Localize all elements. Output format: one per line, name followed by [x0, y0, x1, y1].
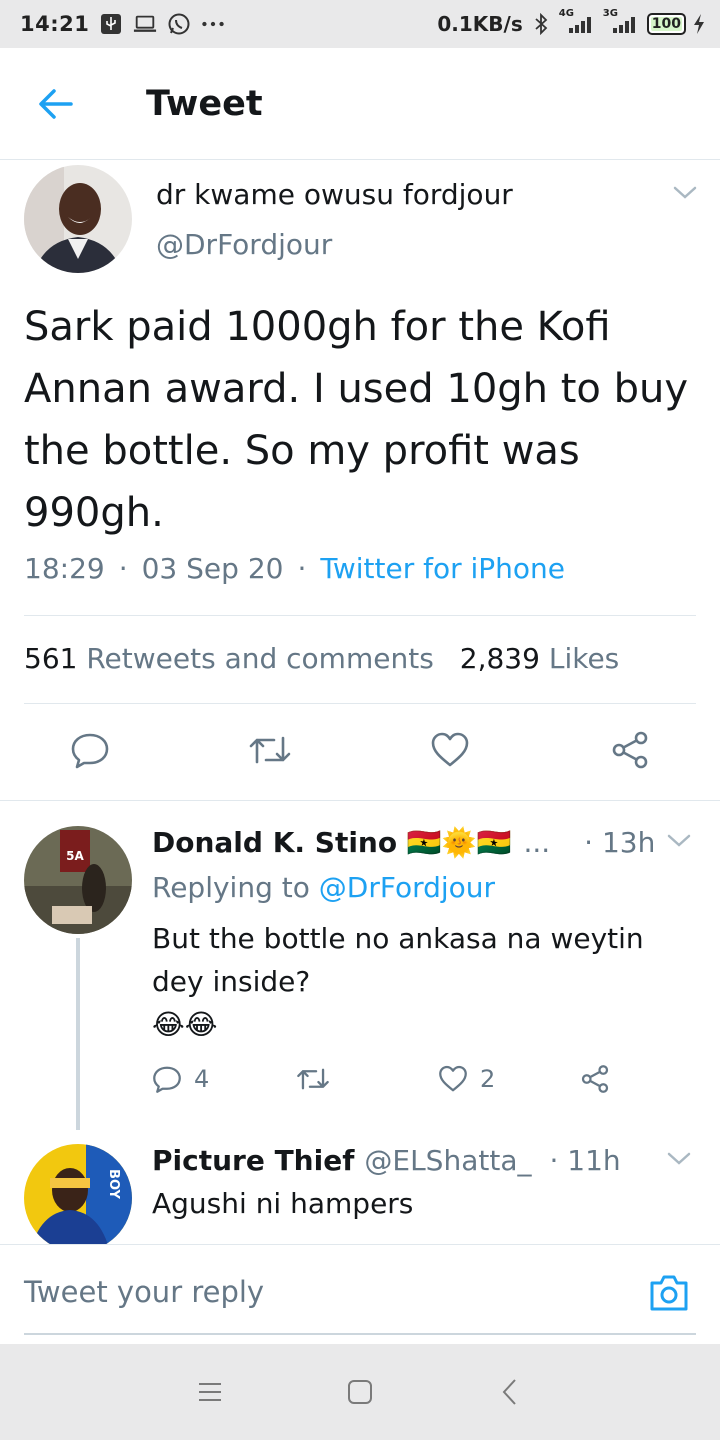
tweet-text: Sark paid 1000gh for the Kofi Annan awar…: [24, 304, 689, 536]
retweets-count: 561: [24, 642, 78, 675]
share-icon: [581, 1065, 609, 1093]
status-time: 14:21: [20, 12, 90, 36]
more-icon: [201, 12, 225, 36]
share-button[interactable]: [600, 720, 660, 780]
reply-reply-button[interactable]: 4: [152, 1064, 296, 1094]
retweet-icon: [297, 1068, 329, 1090]
tweet-menu-button[interactable]: [672, 184, 698, 206]
separator-dot: ·: [297, 552, 307, 585]
retweet-button[interactable]: [240, 720, 300, 780]
square-icon: [348, 1380, 372, 1404]
likes-stat[interactable]: 2,839 Likes: [460, 642, 620, 675]
tweet-stats: 561 Retweets and comments 2,839 Likes: [24, 642, 619, 675]
reply-name-ellipsis: ...: [523, 826, 551, 859]
home-nav-button[interactable]: [340, 1372, 380, 1412]
avatar[interactable]: [24, 165, 132, 273]
heart-icon: [439, 1065, 467, 1092]
author-handle[interactable]: @DrFordjour: [156, 228, 332, 261]
replying-to-label: Replying to: [152, 871, 310, 904]
reply-time: · 11h: [549, 1144, 621, 1177]
menu-icon: [199, 1383, 221, 1401]
input-underline: [24, 1333, 696, 1335]
reply-button[interactable]: [60, 720, 120, 780]
tweet-date: 03 Sep 20: [141, 552, 284, 585]
thread-line: [76, 938, 80, 1130]
reply-count: 4: [194, 1065, 210, 1093]
battery-icon: 100: [646, 13, 686, 35]
charging-icon: [692, 12, 706, 36]
chevron-down-icon: [667, 834, 691, 847]
avatar[interactable]: 5A: [24, 826, 132, 934]
reply-like-button[interactable]: 2: [438, 1065, 580, 1093]
reply-actions: 4 2: [152, 1064, 610, 1094]
reply-author-handle[interactable]: @ELShatta_: [364, 1144, 531, 1177]
reply-header: Picture Thief @ELShatta_ · 11h: [152, 1144, 621, 1177]
comment-icon: [71, 733, 109, 769]
tweet-actions: [0, 720, 720, 800]
svg-text:BOY: BOY: [106, 1169, 121, 1199]
reply-share-button[interactable]: [580, 1064, 610, 1094]
reply-menu-button[interactable]: [666, 1150, 692, 1172]
reply-author-name[interactable]: Donald K. Stino 🇬🇭🌞🇬🇭: [152, 826, 511, 859]
battery-level: 100: [651, 16, 681, 32]
retweets-stat[interactable]: 561 Retweets and comments: [24, 642, 434, 675]
author-name[interactable]: dr kwame owusu fordjour: [156, 178, 513, 211]
network-speed: 0.1KB/s: [437, 12, 523, 36]
retweets-label: Retweets and comments: [86, 642, 434, 675]
tweet-source[interactable]: Twitter for iPhone: [320, 552, 565, 585]
whatsapp-icon: [167, 12, 191, 36]
reply-emoji: 😂😂: [152, 1008, 218, 1041]
chevron-left-icon: [502, 1379, 516, 1405]
share-icon: [612, 731, 648, 769]
back-button[interactable]: [0, 48, 112, 160]
signal-icon-2: 3G: [603, 8, 641, 36]
app-header: Tweet: [0, 48, 720, 160]
replying-to: Replying to @DrFordjour: [152, 871, 495, 904]
camera-button[interactable]: [648, 1273, 690, 1317]
signal-4g-label: 4G: [558, 8, 574, 19]
heart-icon: [431, 732, 469, 767]
reply-text: But the bottle no ankasa na weytin dey i…: [152, 922, 644, 998]
back-nav-button[interactable]: [490, 1372, 530, 1412]
system-nav-bar: [0, 1344, 720, 1440]
camera-icon: [650, 1275, 688, 1311]
reply-text: Agushi ni hampers: [152, 1187, 414, 1220]
likes-label: Likes: [548, 642, 620, 675]
signal-icon: 4G: [559, 8, 597, 36]
laptop-icon: [133, 12, 157, 36]
likes-count: 2,839: [459, 642, 540, 675]
avatar[interactable]: BOY: [24, 1144, 132, 1252]
comment-icon: [153, 1066, 181, 1093]
signal-3g-label: 3G: [602, 8, 618, 19]
reply-composer: Tweet your reply: [0, 1244, 720, 1344]
bluetooth-icon: [529, 12, 553, 36]
reply-author-name[interactable]: Picture Thief: [152, 1144, 354, 1177]
separator-dot: ·: [118, 552, 128, 585]
tweet-time: 18:29: [24, 552, 105, 585]
page-title: Tweet: [146, 83, 263, 124]
like-button[interactable]: [420, 720, 480, 780]
menu-nav-button[interactable]: [190, 1372, 230, 1412]
retweet-icon: [249, 736, 291, 764]
chevron-down-icon: [673, 186, 697, 199]
reply-header: Donald K. Stino 🇬🇭🌞🇬🇭 ... · 13h: [152, 826, 655, 859]
arrow-left-icon: [39, 88, 73, 119]
usb-icon: [99, 12, 123, 36]
divider: [24, 703, 696, 704]
replying-to-handle[interactable]: @DrFordjour: [319, 871, 495, 904]
svg-text:5A: 5A: [66, 849, 84, 863]
chevron-down-icon: [667, 1152, 691, 1165]
divider: [24, 615, 696, 616]
tweet-meta: 18:29 · 03 Sep 20 · Twitter for iPhone: [24, 552, 565, 585]
reply-retweet-button[interactable]: [296, 1065, 438, 1093]
divider: [0, 800, 720, 801]
status-bar: 14:21 0.1KB/s 4G 3G 100: [0, 0, 720, 48]
reply-time: · 13h: [584, 826, 656, 859]
reply-input[interactable]: Tweet your reply: [24, 1275, 264, 1309]
reply-menu-button[interactable]: [666, 832, 692, 854]
like-count: 2: [480, 1065, 496, 1093]
